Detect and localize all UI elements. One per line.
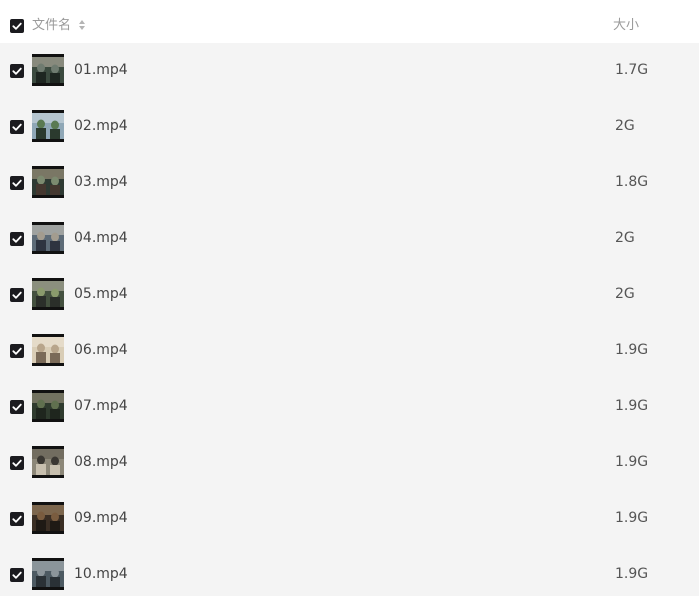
sort-up-down-icon[interactable] <box>78 19 86 31</box>
column-header-filename[interactable]: 文件名 <box>32 17 71 35</box>
checkmark-icon <box>12 459 22 467</box>
checkmark-icon <box>12 22 22 30</box>
file-list: 01.mp4 1.7G 02.mp4 2G 03.mp4 1.8G 04.mp4 2G 05.m… <box>0 43 699 596</box>
file-name[interactable]: 08.mp4 <box>74 452 128 472</box>
file-row[interactable]: 04.mp4 2G <box>0 211 699 267</box>
select-all-checkbox[interactable] <box>10 19 24 33</box>
checkmark-icon <box>12 515 22 523</box>
video-thumbnail <box>32 110 64 142</box>
file-name[interactable]: 01.mp4 <box>74 60 128 80</box>
row-checkbox[interactable] <box>10 288 24 302</box>
file-name[interactable]: 07.mp4 <box>74 396 128 416</box>
video-thumbnail <box>32 166 64 198</box>
video-thumbnail <box>32 334 64 366</box>
file-row[interactable]: 10.mp4 1.9G <box>0 547 699 603</box>
checkmark-icon <box>12 347 22 355</box>
file-name[interactable]: 06.mp4 <box>74 340 128 360</box>
file-size: 2G <box>615 230 635 246</box>
checkmark-icon <box>12 235 22 243</box>
file-name[interactable]: 04.mp4 <box>74 228 128 248</box>
file-size: 1.9G <box>615 342 649 358</box>
file-size: 1.8G <box>615 174 649 190</box>
file-row[interactable]: 05.mp4 2G <box>0 267 699 323</box>
file-size: 1.9G <box>615 454 649 470</box>
video-thumbnail <box>32 222 64 254</box>
checkmark-icon <box>12 291 22 299</box>
file-row[interactable]: 07.mp4 1.9G <box>0 379 699 435</box>
video-thumbnail <box>32 54 64 86</box>
video-thumbnail <box>32 390 64 422</box>
file-row[interactable]: 03.mp4 1.8G <box>0 155 699 211</box>
column-header-size: 大小 <box>613 18 640 33</box>
file-size: 1.9G <box>615 398 649 414</box>
file-size: 1.9G <box>615 510 649 526</box>
file-name[interactable]: 02.mp4 <box>74 116 128 136</box>
checkmark-icon <box>12 67 22 75</box>
file-size: 2G <box>615 286 635 302</box>
file-size: 1.7G <box>615 62 649 78</box>
file-size: 1.9G <box>615 566 649 582</box>
file-row[interactable]: 01.mp4 1.7G <box>0 43 699 99</box>
row-checkbox[interactable] <box>10 232 24 246</box>
file-row[interactable]: 02.mp4 2G <box>0 99 699 155</box>
video-thumbnail <box>32 558 64 590</box>
file-name[interactable]: 03.mp4 <box>74 172 128 192</box>
row-checkbox[interactable] <box>10 120 24 134</box>
file-row[interactable]: 08.mp4 1.9G <box>0 435 699 491</box>
file-name[interactable]: 10.mp4 <box>74 564 128 584</box>
row-checkbox[interactable] <box>10 400 24 414</box>
checkmark-icon <box>12 123 22 131</box>
file-list-header: 文件名 大小 <box>0 0 699 43</box>
file-name[interactable]: 05.mp4 <box>74 284 128 304</box>
row-checkbox[interactable] <box>10 512 24 526</box>
video-thumbnail <box>32 502 64 534</box>
checkmark-icon <box>12 403 22 411</box>
video-thumbnail <box>32 446 64 478</box>
checkmark-icon <box>12 179 22 187</box>
video-thumbnail <box>32 278 64 310</box>
row-checkbox[interactable] <box>10 344 24 358</box>
row-checkbox[interactable] <box>10 64 24 78</box>
row-checkbox[interactable] <box>10 456 24 470</box>
file-name[interactable]: 09.mp4 <box>74 508 128 528</box>
file-size: 2G <box>615 118 635 134</box>
row-checkbox[interactable] <box>10 568 24 582</box>
file-row[interactable]: 06.mp4 1.9G <box>0 323 699 379</box>
row-checkbox[interactable] <box>10 176 24 190</box>
file-row[interactable]: 09.mp4 1.9G <box>0 491 699 547</box>
checkmark-icon <box>12 571 22 579</box>
